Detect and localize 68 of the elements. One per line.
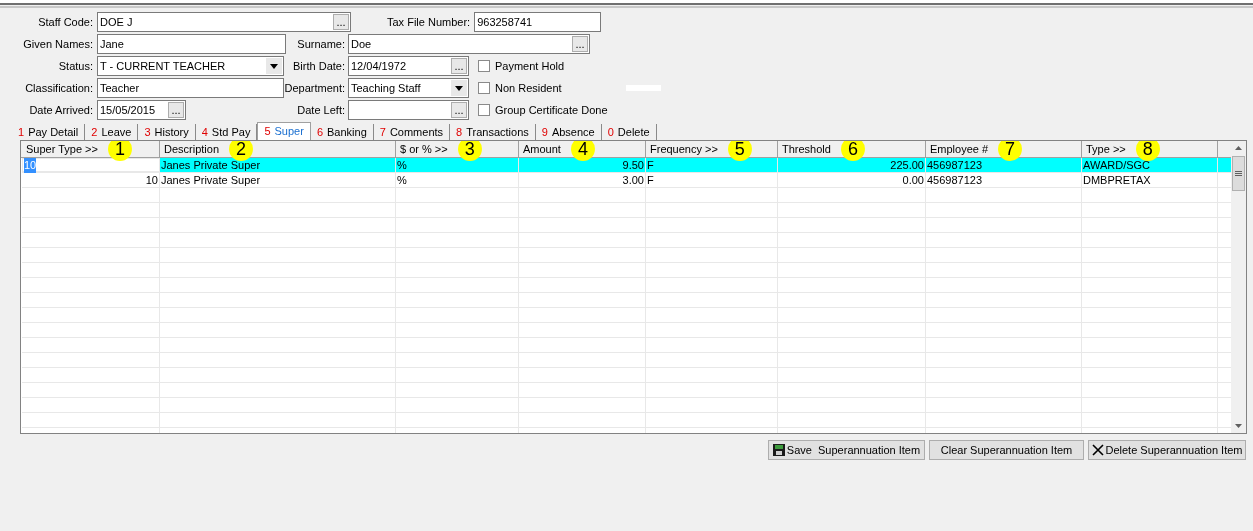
checkbox-label: Non Resident (495, 80, 562, 96)
dropdown-arrow-icon[interactable] (455, 85, 463, 91)
table-cell: F (646, 173, 778, 187)
close-icon (1091, 444, 1104, 456)
text-field[interactable]: 15/05/2015 ... (97, 100, 186, 120)
checkbox-label: Payment Hold (495, 58, 565, 74)
field-label: Surname: (296, 36, 346, 52)
tab[interactable]: 5 Super (257, 122, 311, 140)
field-label: Date Arrived: (28, 102, 94, 118)
table-cell: % (396, 158, 519, 172)
field-label: Tax File Number: (387, 14, 471, 30)
table-cell: Janes Private Super (160, 158, 396, 172)
scrollbar-thumb[interactable] (1232, 156, 1245, 191)
number-marker: 8 (1135, 141, 1160, 161)
scroll-up-icon[interactable] (1235, 146, 1242, 150)
scroll-down-icon[interactable] (1235, 424, 1242, 428)
number-marker: 6 (840, 141, 865, 161)
text-field[interactable]: ... (348, 100, 469, 120)
text-field[interactable]: Teacher (97, 78, 284, 98)
table-cell: % (396, 173, 519, 187)
number-marker: 7 (998, 141, 1023, 161)
field-label: Department: (284, 80, 346, 96)
number-marker: 5 (727, 141, 752, 161)
checkbox[interactable] (478, 60, 490, 72)
table-cell: 3.00 (519, 173, 646, 187)
number-marker: 3 (457, 141, 482, 161)
dropdown-arrow-icon[interactable] (270, 63, 278, 69)
text-field[interactable]: 12/04/1972 ... (348, 56, 469, 76)
checkbox[interactable] (478, 82, 490, 94)
field-label: Status: (57, 58, 94, 74)
number-marker: 4 (570, 141, 595, 161)
table-row[interactable]: 10 Janes Private Super % 9.50 F 225.00 456987123 AWARD/SGC (22, 158, 1231, 173)
table-cell: 456987123 (926, 173, 1082, 187)
table-cell: 225.00 (778, 158, 926, 172)
action-button[interactable]: Clear Superannuation Item (929, 440, 1084, 460)
field-label: Staff Code: (37, 14, 94, 30)
table-cell: Janes Private Super (160, 173, 396, 187)
field-label: Date Left: (296, 102, 346, 118)
table-cell: 10 (22, 158, 160, 172)
table-cell: F (646, 158, 778, 172)
field-label: Given Names: (22, 36, 94, 52)
text-field[interactable]: Jane (97, 34, 286, 54)
ellipsis-button[interactable]: ... (572, 36, 588, 52)
action-button[interactable]: Delete Superannuation Item (1088, 440, 1246, 460)
dropdown[interactable]: Teaching Staff (348, 78, 469, 98)
text-field[interactable]: DOE J ... (97, 12, 351, 32)
table-row[interactable]: 10 Janes Private Super % 3.00 F 0.00 456987123 DMBPRETAX (22, 173, 1231, 188)
checkbox[interactable] (478, 104, 490, 116)
table-cell: 10 (22, 173, 160, 187)
ellipsis-button[interactable]: ... (451, 102, 467, 118)
number-marker: 1 (107, 141, 132, 161)
table-cell: 456987123 (926, 158, 1082, 172)
field-label: Classification: (24, 80, 94, 96)
text-field[interactable]: Doe ... (348, 34, 590, 54)
ellipsis-button[interactable]: ... (168, 102, 184, 118)
action-button[interactable]: Save Superannuation Item (768, 440, 925, 460)
dropdown[interactable]: T - CURRENT TEACHER (97, 56, 284, 76)
field-label: Birth Date: (292, 58, 346, 74)
table-cell: 0.00 (778, 173, 926, 187)
scrollbar[interactable] (1231, 141, 1246, 433)
table-cell: AWARD/SGC (1082, 158, 1218, 172)
table-cell: DMBPRETAX (1082, 173, 1218, 187)
text-field[interactable]: 963258741 (474, 12, 602, 32)
checkbox-label: Group Certificate Done (495, 102, 608, 118)
table-cell: 9.50 (519, 158, 646, 172)
number-marker: 2 (229, 141, 254, 161)
ellipsis-button[interactable]: ... (451, 58, 467, 74)
ellipsis-button[interactable]: ... (333, 14, 349, 30)
